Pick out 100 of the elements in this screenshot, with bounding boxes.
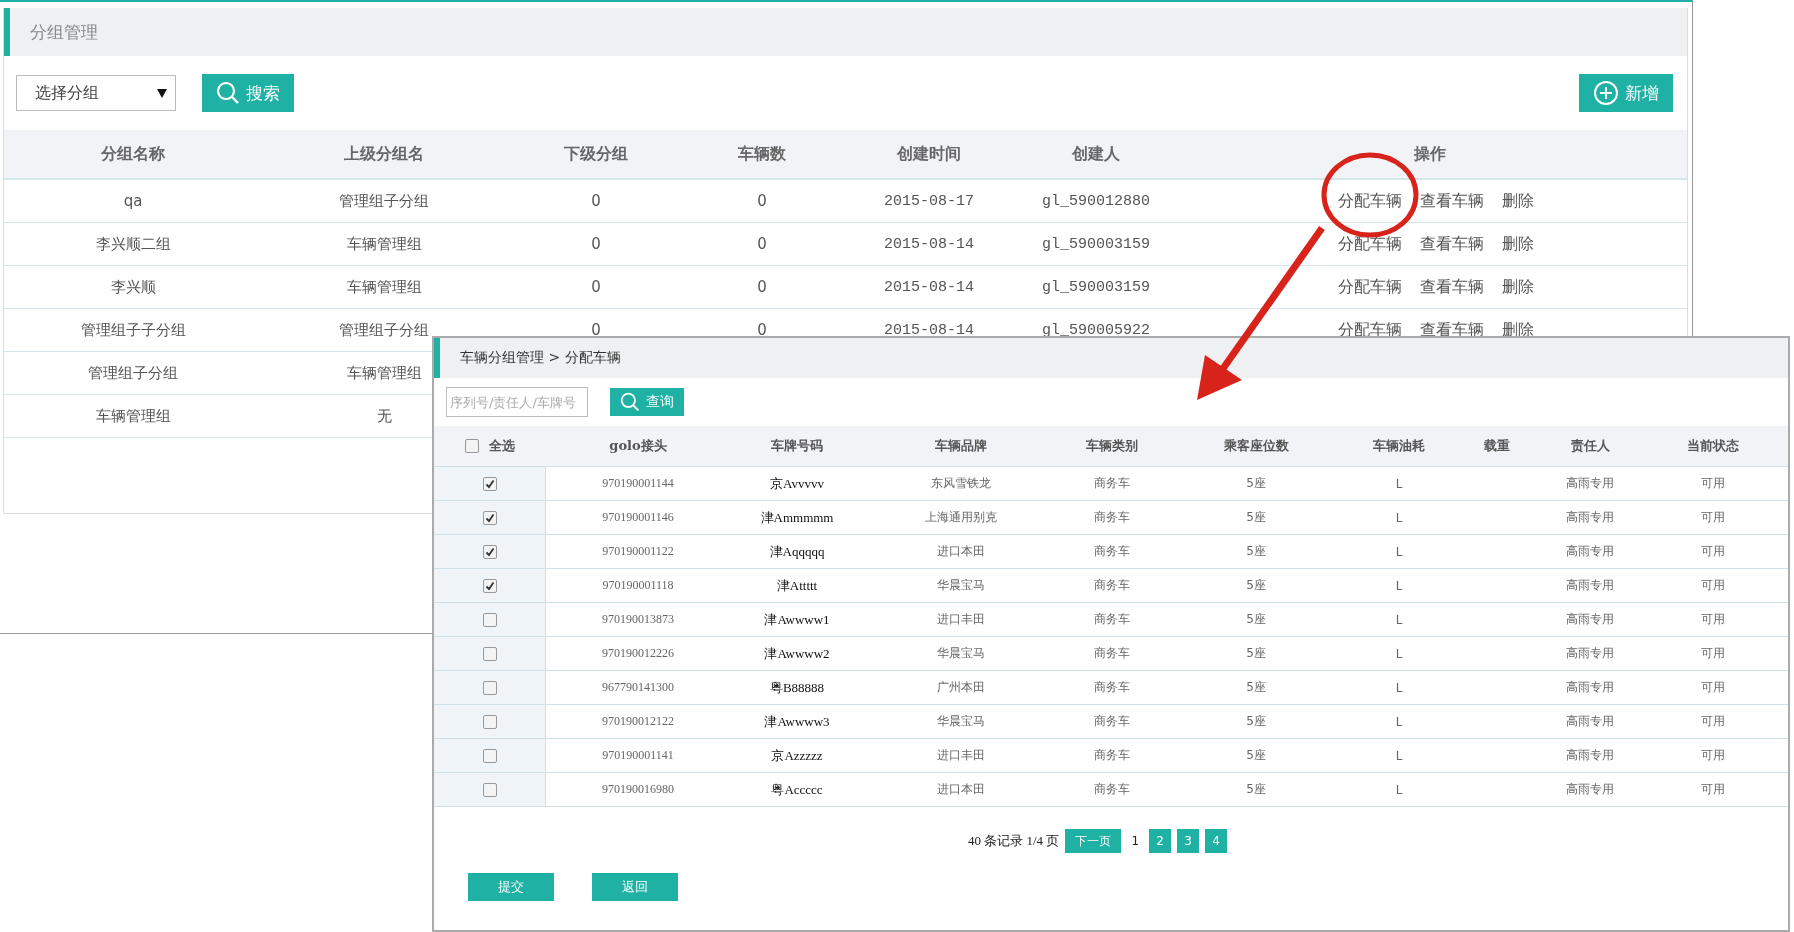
search-icon bbox=[620, 392, 640, 412]
table-cell: 970190001141 bbox=[546, 739, 730, 773]
column-header: 车牌号码 bbox=[730, 426, 864, 467]
checkbox[interactable] bbox=[482, 646, 497, 661]
table-cell: 5座 bbox=[1166, 467, 1346, 501]
table-cell: L bbox=[1346, 671, 1452, 705]
table-cell: 进口丰田 bbox=[864, 603, 1058, 637]
table-cell: 5座 bbox=[1166, 705, 1346, 739]
table-cell: 津Awwww2 bbox=[730, 637, 864, 671]
column-header: golo接头 bbox=[546, 426, 730, 467]
column-header: 车辆品牌 bbox=[864, 426, 1058, 467]
column-header: 创建人 bbox=[1020, 130, 1172, 180]
action-link[interactable]: 查看车辆 bbox=[1420, 276, 1484, 298]
table-cell: 可用 bbox=[1638, 773, 1788, 807]
table-cell: 970190001118 bbox=[546, 569, 730, 603]
action-link[interactable]: 分配车辆 bbox=[1338, 190, 1402, 212]
table-cell: 可用 bbox=[1638, 467, 1788, 501]
table-cell: 5座 bbox=[1166, 569, 1346, 603]
table-cell: 5座 bbox=[1166, 637, 1346, 671]
table-cell: 津Awwww1 bbox=[730, 603, 864, 637]
table-cell: 商务车 bbox=[1058, 501, 1166, 535]
table-cell: L bbox=[1346, 637, 1452, 671]
checkbox[interactable] bbox=[482, 680, 497, 695]
table-cell: gl_590012880 bbox=[1020, 180, 1172, 223]
action-link[interactable]: 分配车辆 bbox=[1338, 233, 1402, 255]
table-cell: 2015-08-14 bbox=[838, 223, 1020, 266]
action-link[interactable]: 删除 bbox=[1502, 233, 1534, 255]
table-cell: 可用 bbox=[1638, 569, 1788, 603]
table-cell: 津Aqqqqq bbox=[730, 535, 864, 569]
table-cell: 进口本田 bbox=[864, 535, 1058, 569]
table-cell: 可用 bbox=[1638, 637, 1788, 671]
table-cell: 商务车 bbox=[1058, 637, 1166, 671]
table-cell: 高雨专用 bbox=[1542, 773, 1638, 807]
checkbox[interactable] bbox=[482, 578, 497, 593]
table-cell: 京Azzzzz bbox=[730, 739, 864, 773]
table-cell: 粤B88888 bbox=[730, 671, 864, 705]
action-link[interactable]: 删除 bbox=[1502, 276, 1534, 298]
checkbox[interactable] bbox=[482, 476, 497, 491]
table-cell: 商务车 bbox=[1058, 739, 1166, 773]
checkbox[interactable] bbox=[482, 748, 497, 763]
table-cell: 可用 bbox=[1638, 501, 1788, 535]
table-cell: 0 bbox=[686, 180, 838, 223]
table-cell: L bbox=[1346, 773, 1452, 807]
table-cell: 进口丰田 bbox=[864, 739, 1058, 773]
table-cell: 管理组子子分组 bbox=[4, 309, 262, 352]
group-select[interactable]: 选择分组 bbox=[16, 75, 176, 111]
table-cell: gl_590003159 bbox=[1020, 223, 1172, 266]
table-cell: 高雨专用 bbox=[1542, 671, 1638, 705]
table-cell: 李兴顺 bbox=[4, 266, 262, 309]
action-link[interactable]: 查看车辆 bbox=[1420, 190, 1484, 212]
column-header: 下级分组 bbox=[506, 130, 686, 180]
table-cell: L bbox=[1346, 467, 1452, 501]
table-cell: L bbox=[1346, 603, 1452, 637]
table-cell: 0 bbox=[686, 266, 838, 309]
search-field[interactable]: 序列号/责任人/车牌号 bbox=[446, 387, 588, 417]
table-cell: 粤Accccc bbox=[730, 773, 864, 807]
select-all-label: 全选 bbox=[489, 437, 515, 455]
table-cell: 高雨专用 bbox=[1542, 467, 1638, 501]
table-cell: 车辆管理组 bbox=[262, 266, 506, 309]
table-cell: 管理组子分组 bbox=[4, 352, 262, 395]
table-cell: 可用 bbox=[1638, 603, 1788, 637]
checkbox[interactable] bbox=[482, 714, 497, 729]
table-cell: 李兴顺二组 bbox=[4, 223, 262, 266]
table-cell: 5座 bbox=[1166, 671, 1346, 705]
table-cell: 高雨专用 bbox=[1542, 705, 1638, 739]
record-count: 40 条记录 1/4 页 bbox=[968, 832, 1060, 850]
table-cell: 970190012122 bbox=[546, 705, 730, 739]
table-cell: L bbox=[1346, 739, 1452, 773]
page-title: 分组管理 bbox=[30, 20, 98, 44]
table-cell: 津Awwww3 bbox=[730, 705, 864, 739]
table-cell: 970190012226 bbox=[546, 637, 730, 671]
checkbox[interactable] bbox=[482, 510, 497, 525]
checkbox[interactable] bbox=[465, 439, 479, 453]
table-cell: 0 bbox=[506, 266, 686, 309]
checkbox[interactable] bbox=[482, 782, 497, 797]
page-button[interactable]: 1 bbox=[1127, 829, 1143, 853]
checkbox[interactable] bbox=[482, 544, 497, 559]
table-cell: 华晨宝马 bbox=[864, 705, 1058, 739]
table-cell: 商务车 bbox=[1058, 569, 1166, 603]
action-link[interactable]: 查看车辆 bbox=[1420, 233, 1484, 255]
checkbox[interactable] bbox=[482, 612, 497, 627]
table-cell: 商务车 bbox=[1058, 773, 1166, 807]
table-cell: 高雨专用 bbox=[1542, 603, 1638, 637]
table-cell: 广州本田 bbox=[864, 671, 1058, 705]
table-cell: 商务车 bbox=[1058, 603, 1166, 637]
table-cell: L bbox=[1346, 705, 1452, 739]
action-link[interactable]: 删除 bbox=[1502, 190, 1534, 212]
action-link[interactable]: 分配车辆 bbox=[1338, 276, 1402, 298]
table-cell: L bbox=[1346, 569, 1452, 603]
table-cell: 970190001146 bbox=[546, 501, 730, 535]
table-cell: 可用 bbox=[1638, 705, 1788, 739]
table-cell: 0 bbox=[506, 180, 686, 223]
table-cell: 970190013873 bbox=[546, 603, 730, 637]
search-icon bbox=[216, 81, 240, 105]
table-cell: 津Ammmmm bbox=[730, 501, 864, 535]
table-cell: 2015-08-14 bbox=[838, 266, 1020, 309]
column-header: 操作 bbox=[1172, 130, 1687, 180]
table-cell: 可用 bbox=[1638, 739, 1788, 773]
table-cell: 华晨宝马 bbox=[864, 569, 1058, 603]
table-cell: 5座 bbox=[1166, 501, 1346, 535]
